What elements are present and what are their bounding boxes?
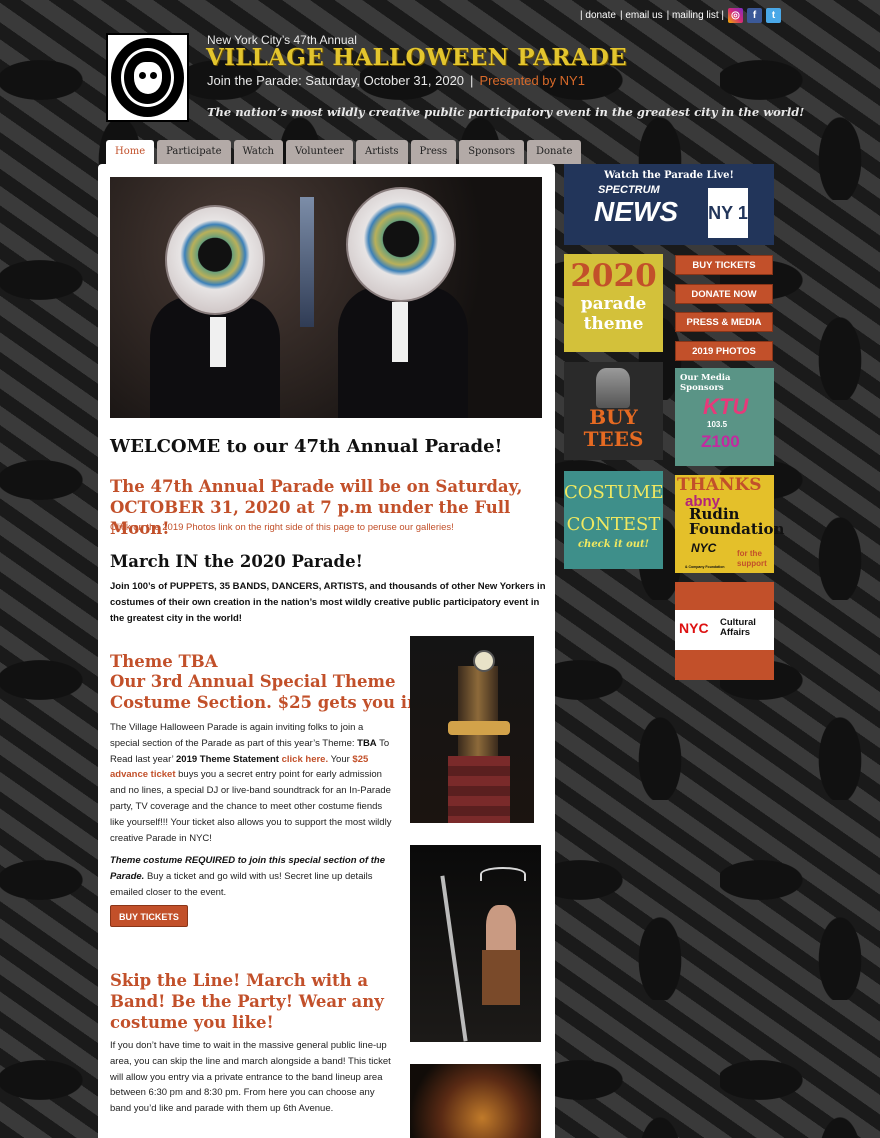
tab-sponsors[interactable]: Sponsors bbox=[459, 140, 524, 164]
rudin-foundation-logo: Rudin Foundation bbox=[689, 505, 785, 538]
theme-heading-1: Theme TBA bbox=[110, 652, 218, 671]
welcome-heading: WELCOME to our 47th Annual Parade! bbox=[110, 436, 503, 457]
spectrum-label: SPECTRUM bbox=[598, 184, 660, 196]
photos-2019-button[interactable]: 2019 PHOTOS bbox=[675, 341, 773, 361]
costume-skirt bbox=[482, 950, 520, 1005]
buy-tickets-button[interactable]: BUY TICKETS bbox=[110, 905, 188, 927]
tees-word-2: TEES bbox=[583, 427, 644, 451]
nyc-cultural-affairs-tile[interactable]: NYC Cultural Affairs bbox=[675, 582, 774, 680]
parade-date: Join the Parade: Saturday, October 31, 2… bbox=[207, 73, 465, 88]
hero-building bbox=[300, 197, 314, 327]
hero-shirt-right bbox=[392, 302, 408, 362]
nyc-logo: NYC bbox=[679, 620, 709, 636]
theme-required-paragraph: Theme costume REQUIRED to join this spec… bbox=[110, 853, 392, 900]
twitter-icon[interactable]: t bbox=[766, 7, 782, 23]
news-label: NEWS bbox=[594, 196, 678, 227]
email-us-link[interactable]: | email us bbox=[620, 10, 663, 21]
thanks-sponsors-tile[interactable]: THANKS abny Rudin Foundation NYC & Compa… bbox=[675, 475, 784, 573]
buy-tees-tile[interactable]: BUY TEES bbox=[564, 362, 663, 460]
skull-icon bbox=[133, 61, 162, 94]
tab-press[interactable]: Press bbox=[410, 140, 457, 164]
tab-home[interactable]: Home bbox=[106, 140, 155, 166]
theme-word-1: parade bbox=[580, 294, 647, 314]
donate-link[interactable]: | donate bbox=[580, 10, 616, 21]
clock-icon bbox=[473, 650, 495, 672]
photos-note: Click on the 2019 Photos link on the rig… bbox=[110, 522, 454, 533]
sidebar-buy-tickets-button[interactable]: BUY TICKETS bbox=[675, 255, 773, 275]
tab-watch[interactable]: Watch bbox=[233, 140, 283, 164]
costume-antlers bbox=[480, 867, 526, 881]
donate-now-button[interactable]: DONATE NOW bbox=[675, 284, 773, 304]
presented-by: Presented by NY1 bbox=[479, 73, 585, 88]
skip-paragraph: If you don’t have time to wait in the ma… bbox=[110, 1040, 391, 1115]
facebook-icon[interactable]: f bbox=[747, 7, 763, 23]
ktu-logo: KTU bbox=[703, 394, 749, 419]
costume-person bbox=[486, 905, 516, 955]
parade-logo[interactable] bbox=[106, 33, 189, 122]
costume-staff bbox=[440, 875, 468, 1042]
costume-word-1: COSTUME bbox=[564, 482, 664, 503]
march-heading: March IN the 2020 Parade! bbox=[110, 552, 363, 571]
nyc-company-logo: NYC bbox=[691, 541, 717, 555]
click-here-link[interactable]: click here. bbox=[282, 754, 328, 765]
top-links: | donate | email us | mailing list | ◎ f… bbox=[580, 6, 782, 24]
tees-word-1: BUY bbox=[589, 405, 638, 429]
theme-word-2: theme bbox=[583, 314, 644, 334]
skip-heading-3: costume you like! bbox=[110, 1013, 274, 1032]
z100-logo: Z100 bbox=[701, 432, 740, 451]
main-nav: Home Participate Watch Volunteer Artists… bbox=[106, 140, 582, 166]
costume-contest-tile[interactable]: COSTUME CONTEST check it out! bbox=[564, 471, 664, 569]
tower-balcony bbox=[448, 721, 510, 735]
tab-participate[interactable]: Participate bbox=[157, 140, 231, 164]
theme-text-3: Your bbox=[328, 753, 353, 765]
ktu-frequency: 103.5 bbox=[707, 420, 728, 429]
media-sponsors-label: Our Media Sponsors bbox=[680, 373, 731, 393]
theme-heading-3: Costume Section. $25 gets you in! bbox=[110, 693, 427, 712]
watch-live-label: Watch the Parade Live! bbox=[604, 170, 734, 181]
nyc-company-subtext: & Company Foundation bbox=[685, 565, 725, 569]
tower-base bbox=[448, 756, 510, 823]
theme-text-1: The Village Halloween Parade is again in… bbox=[110, 722, 364, 749]
logo-emblem bbox=[111, 38, 184, 117]
march-text: Join 100’s of PUPPETS, 35 BANDS, DANCERS… bbox=[110, 581, 546, 624]
theme-year: 2020 bbox=[570, 258, 657, 294]
press-media-button[interactable]: PRESS & MEDIA bbox=[675, 312, 773, 332]
theme-heading-2: Our 3rd Annual Special Theme bbox=[110, 672, 396, 691]
main-content: WELCOME to our 47th Annual Parade! The 4… bbox=[98, 164, 555, 1138]
hero-image bbox=[110, 177, 542, 418]
thanks-label: THANKS bbox=[677, 475, 762, 495]
puppet-photo bbox=[410, 1064, 541, 1138]
hero-shirt-left bbox=[210, 317, 226, 367]
header-date-line: Join the Parade: Saturday, October 31, 2… bbox=[207, 73, 585, 88]
robot-icon bbox=[596, 368, 630, 408]
instagram-icon[interactable]: ◎ bbox=[728, 7, 744, 23]
tagline: The nation’s most wildly creative public… bbox=[207, 105, 805, 119]
cultural-affairs-label: Cultural Affairs bbox=[720, 617, 756, 638]
theme-paragraph: The Village Halloween Parade is again in… bbox=[110, 720, 392, 846]
date-divider: | bbox=[470, 73, 474, 88]
mailing-list-link[interactable]: | mailing list | bbox=[667, 10, 724, 21]
costume-photo bbox=[410, 845, 541, 1042]
ny1-logo: NY 1 bbox=[708, 188, 748, 238]
skip-heading-1: Skip the Line! March with a bbox=[110, 971, 369, 990]
skip-heading-2: Band! Be the Party! Wear any bbox=[110, 992, 384, 1011]
tab-donate[interactable]: Donate bbox=[526, 140, 582, 164]
theme-required-details: Buy a ticket and go wild with us! Secret… bbox=[110, 870, 373, 898]
parade-theme-tile[interactable]: 2020 parade theme bbox=[564, 254, 663, 352]
theme-tba: TBA bbox=[357, 737, 377, 749]
site-title: VILLAGE HALLOWEEN PARADE bbox=[206, 44, 627, 71]
eyeball-mask-right bbox=[346, 187, 456, 302]
theme-text-4: buys you a secret entry point for early … bbox=[110, 769, 392, 844]
watch-live-banner[interactable]: Watch the Parade Live! SPECTRUM NEWS NY … bbox=[564, 164, 774, 245]
theme-statement-label: 2019 Theme Statement bbox=[176, 753, 279, 765]
costume-word-2: CONTEST bbox=[566, 514, 661, 535]
eyeball-mask-left bbox=[165, 205, 265, 315]
media-sponsors-tile[interactable]: Our Media Sponsors KTU 103.5 Z100 bbox=[675, 368, 774, 466]
tab-volunteer[interactable]: Volunteer bbox=[285, 140, 353, 164]
for-the-support: for the support bbox=[737, 549, 767, 568]
tab-artists[interactable]: Artists bbox=[355, 140, 408, 164]
costume-check-it-out: check it out! bbox=[577, 539, 650, 550]
clock-tower-photo bbox=[410, 636, 534, 823]
announce-line-1: The 47th Annual Parade will be on Saturd… bbox=[110, 477, 523, 496]
